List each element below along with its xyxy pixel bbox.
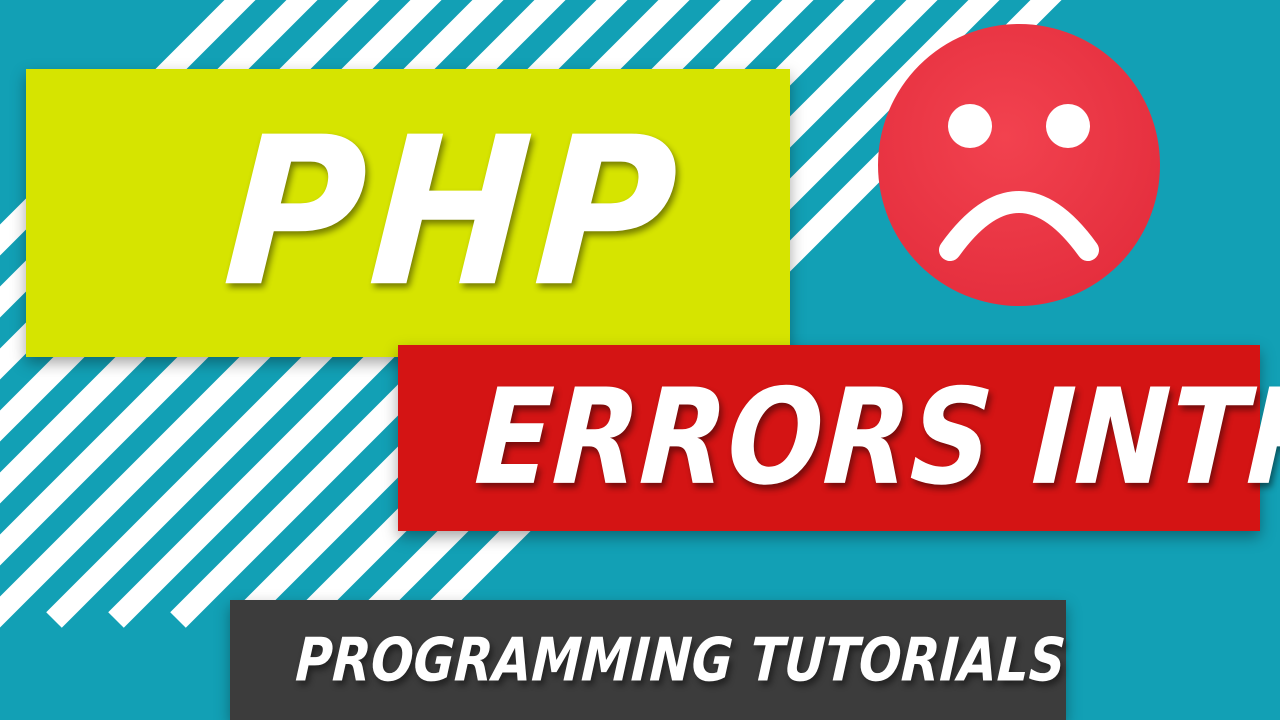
errors-intro-title: Errors Intro — [471, 361, 1280, 515]
thumbnail: PHP Errors Intro Programming Tutorials — [0, 0, 1280, 720]
sad-face-icon — [878, 24, 1160, 306]
php-title-banner: PHP — [26, 69, 790, 357]
programming-tutorials-banner: Programming Tutorials — [230, 600, 1068, 720]
php-title: PHP — [218, 93, 690, 332]
errors-intro-banner: Errors Intro — [398, 345, 1280, 531]
programming-tutorials-label: Programming Tutorials — [293, 625, 1068, 695]
